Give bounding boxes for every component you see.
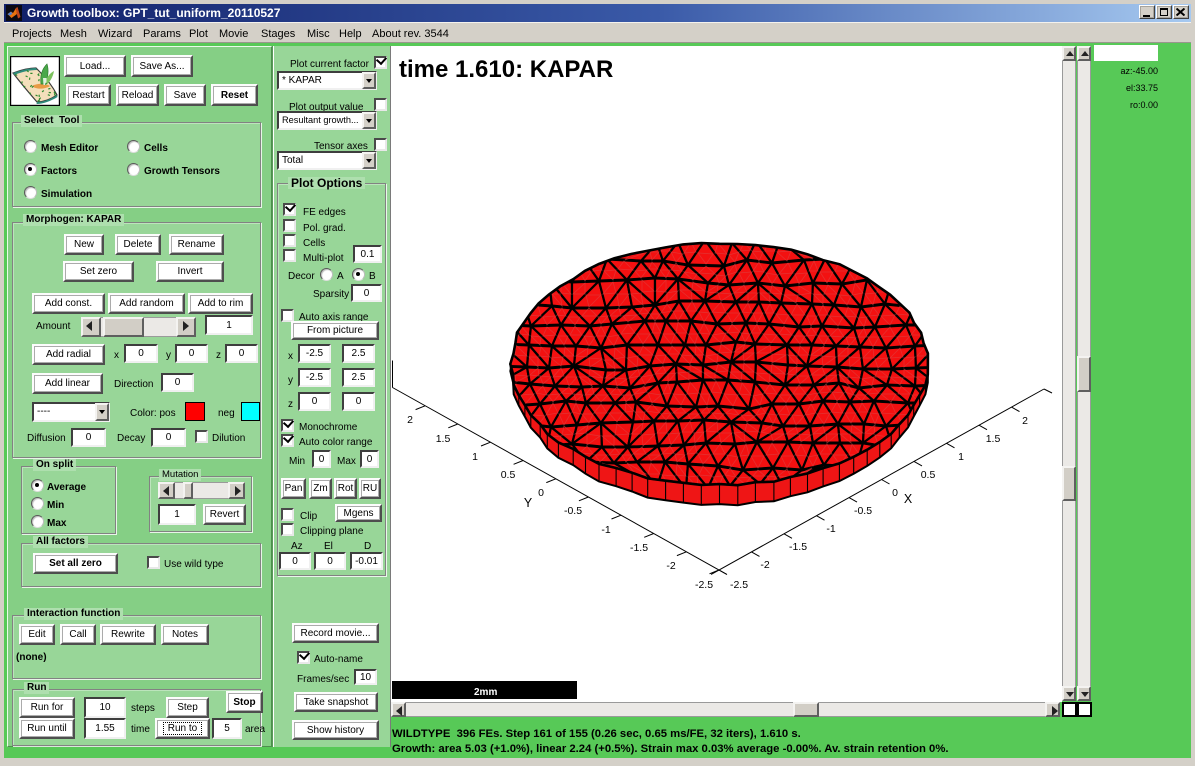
svg-text:-1: -1 bbox=[601, 524, 610, 536]
svg-text:0.5: 0.5 bbox=[921, 469, 936, 481]
svg-text:-1: -1 bbox=[826, 523, 835, 535]
svg-text:-0.5: -0.5 bbox=[854, 505, 872, 517]
svg-text:Y: Y bbox=[524, 496, 533, 510]
svg-text:1.5: 1.5 bbox=[986, 433, 1001, 445]
svg-text:-2: -2 bbox=[760, 559, 769, 571]
svg-text:-1.5: -1.5 bbox=[789, 541, 807, 553]
svg-text:-2.5: -2.5 bbox=[695, 579, 713, 591]
svg-text:X: X bbox=[904, 492, 913, 506]
svg-text:0: 0 bbox=[892, 487, 898, 499]
svg-text:-2.5: -2.5 bbox=[730, 579, 748, 591]
svg-text:2: 2 bbox=[1022, 415, 1028, 427]
svg-text:-2: -2 bbox=[666, 560, 675, 572]
svg-text:1: 1 bbox=[958, 451, 964, 463]
svg-text:1: 1 bbox=[472, 451, 478, 463]
svg-text:2: 2 bbox=[407, 414, 413, 426]
svg-text:0.5: 0.5 bbox=[501, 469, 516, 481]
svg-text:1.5: 1.5 bbox=[436, 433, 451, 445]
svg-text:-1.5: -1.5 bbox=[630, 542, 648, 554]
svg-text:-0.5: -0.5 bbox=[564, 505, 582, 517]
svg-text:0: 0 bbox=[538, 487, 544, 499]
